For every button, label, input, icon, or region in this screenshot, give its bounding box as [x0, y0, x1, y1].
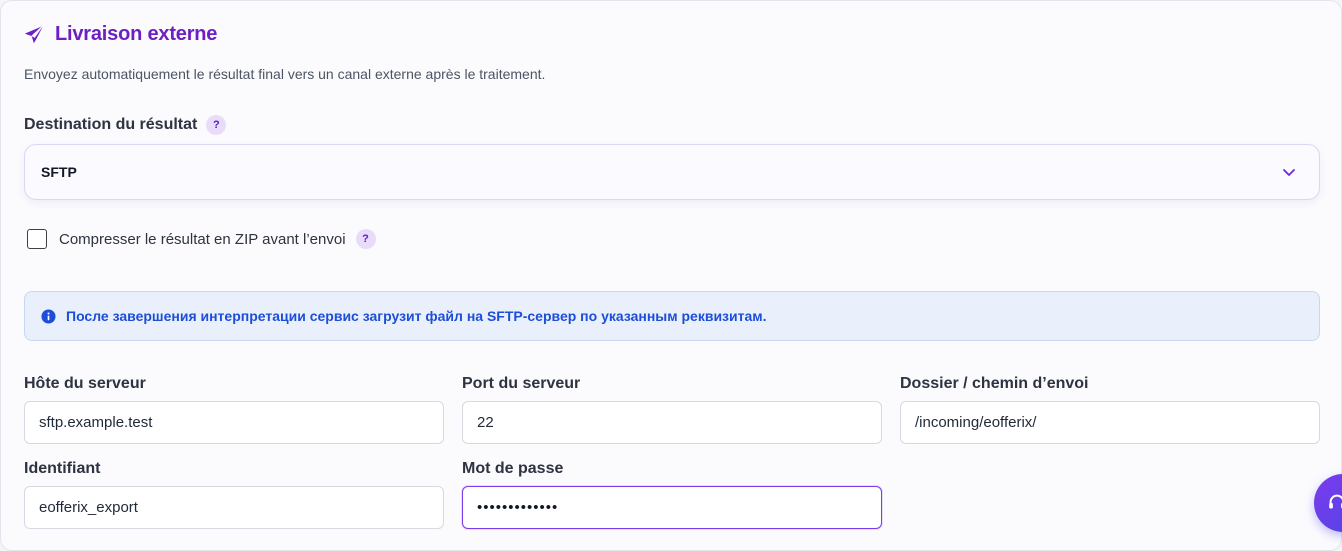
section-header: Livraison externe: [23, 23, 217, 46]
path-input[interactable]: /incoming/eofferix/: [900, 401, 1320, 444]
destination-label-row: Destination du résultat ?: [24, 115, 227, 135]
user-input[interactable]: eofferix_export: [24, 486, 444, 529]
headset-icon: [1326, 492, 1342, 514]
port-label: Port du serveur: [462, 375, 581, 392]
path-value: /incoming/eofferix/: [915, 414, 1037, 431]
compress-label[interactable]: Compresser le résultat en ZIP avant l’en…: [59, 231, 346, 248]
port-input[interactable]: 22: [462, 401, 882, 444]
password-value: •••••••••••••: [477, 499, 559, 516]
host-value: sftp.example.test: [39, 414, 153, 431]
port-value: 22: [477, 414, 494, 431]
compress-option: Compresser le résultat en ZIP avant l’en…: [27, 229, 376, 249]
paper-plane-icon: [23, 24, 45, 46]
section-subtitle: Envoyez automatiquement le résultat fina…: [24, 66, 546, 82]
destination-select[interactable]: SFTP: [24, 144, 1320, 200]
support-chat-button[interactable]: [1314, 474, 1342, 532]
chevron-down-icon: [1281, 164, 1297, 180]
host-input[interactable]: sftp.example.test: [24, 401, 444, 444]
destination-label: Destination du résultat: [24, 116, 198, 133]
host-label: Hôte du serveur: [24, 375, 146, 392]
user-value: eofferix_export: [39, 499, 138, 516]
password-input[interactable]: •••••••••••••: [462, 486, 882, 529]
info-icon: [41, 308, 56, 324]
destination-selected-value: SFTP: [41, 164, 77, 180]
destination-help-icon[interactable]: ?: [206, 115, 227, 135]
section-title: Livraison externe: [55, 23, 218, 45]
info-alert: После завершения интерпретации сервис за…: [24, 291, 1320, 341]
password-label: Mot de passe: [462, 460, 564, 477]
user-label: Identifiant: [24, 460, 101, 477]
compress-help-icon[interactable]: ?: [355, 229, 376, 249]
path-label: Dossier / chemin d’envoi: [900, 375, 1089, 392]
external-delivery-card: Livraison externe Envoyez automatiquemen…: [0, 0, 1342, 551]
compress-checkbox[interactable]: [27, 229, 47, 249]
info-text: После завершения интерпретации сервис за…: [66, 308, 767, 324]
